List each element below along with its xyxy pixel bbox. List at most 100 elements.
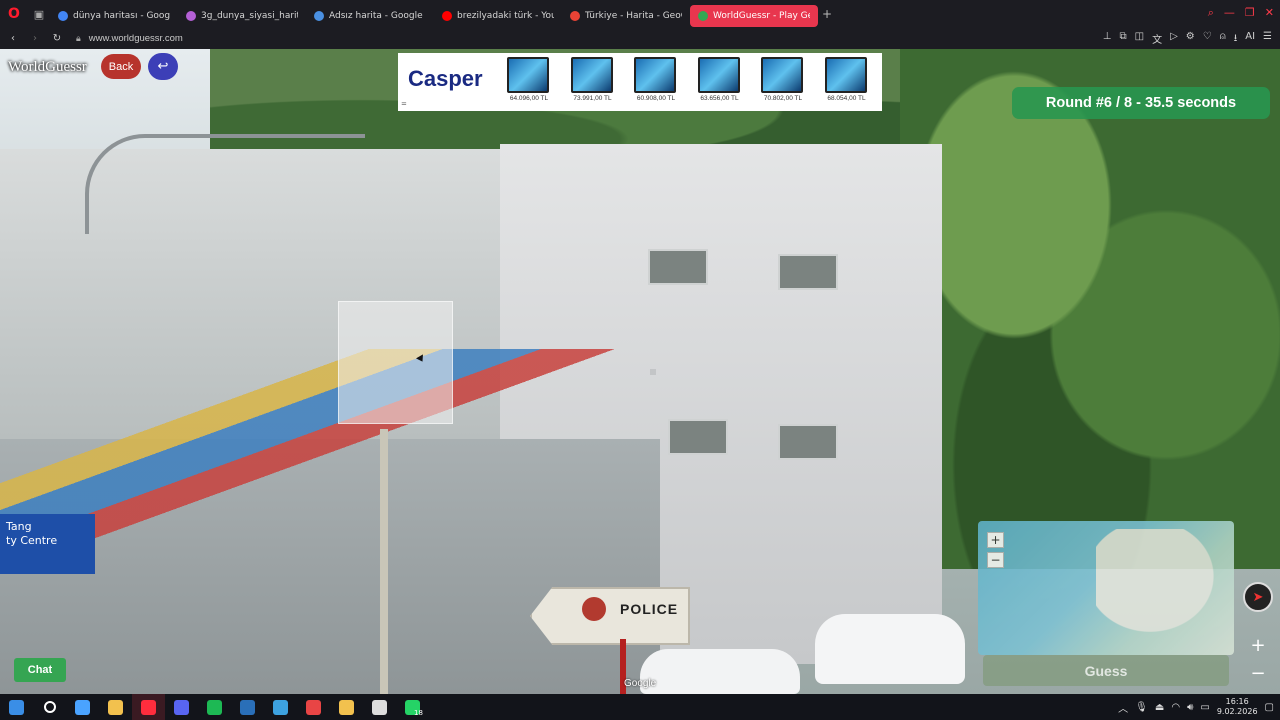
steam-icon[interactable] — [231, 694, 264, 720]
chevron-up-icon[interactable]: ︿ — [1118, 700, 1128, 715]
tab-label: dünya haritası - Google'da — [73, 10, 170, 21]
new-tab-button[interactable]: + — [818, 7, 836, 21]
microphone-icon[interactable]: 🎙︎ — [1135, 702, 1148, 713]
laptop-icon — [824, 57, 867, 93]
guess-button[interactable]: Guess — [983, 655, 1229, 686]
download-icon[interactable]: ⭳ — [1234, 31, 1238, 48]
minimize-button[interactable]: — — [1224, 6, 1235, 20]
ai-icon[interactable]: AI — [1245, 31, 1255, 48]
opera-menu-icon[interactable]: O — [0, 0, 28, 28]
browser-tab[interactable]: Adsız harita - Google Earth — [306, 5, 434, 27]
windows-icon[interactable] — [0, 694, 33, 720]
copilot-icon-glyph — [75, 699, 90, 715]
forward-nav-icon[interactable]: › — [26, 33, 44, 44]
back-button[interactable]: Back — [101, 54, 141, 79]
close-button[interactable]: ✕ — [1265, 6, 1274, 20]
search-icon[interactable] — [33, 694, 66, 720]
spotify-icon[interactable] — [198, 694, 231, 720]
ad-product-price: 64.096,00 TL — [509, 95, 549, 102]
ad-product[interactable]: 60.908,00 TL — [634, 57, 678, 109]
volume-icon[interactable]: 🔊︎ — [1187, 702, 1193, 713]
back-nav-icon[interactable]: ‹ — [4, 33, 22, 44]
lock-icon: 🔒︎ — [76, 33, 81, 44]
map-zoom-in-button[interactable]: + — [987, 532, 1004, 548]
guess-minimap[interactable]: + − — [978, 521, 1234, 655]
tab-favicon-icon — [442, 10, 452, 21]
whatsapp-icon[interactable] — [396, 694, 429, 720]
opera-gx-icon[interactable] — [132, 694, 165, 720]
police-sign: POLICE — [530, 587, 690, 645]
tab-favicon-icon — [186, 10, 196, 21]
laptop-icon — [507, 57, 549, 93]
zoom-out-button[interactable]: − — [1248, 664, 1268, 684]
laptop-icon — [570, 57, 613, 93]
ad-product-price: 63.656,00 TL — [700, 95, 739, 102]
browser-tab-bar: O ▣ dünya haritası - Google'da 3g_dunya_s… — [0, 0, 1280, 28]
discord-icon[interactable] — [165, 694, 198, 720]
url-field[interactable]: www.worldguessr.com — [89, 33, 183, 44]
reload-icon[interactable]: ↻ — [48, 33, 66, 44]
settings-icon[interactable] — [363, 694, 396, 720]
tab-strip: dünya haritası - Google'da 3g_dunya_siyas… — [50, 2, 818, 27]
menu-icon[interactable]: ☰ — [1263, 31, 1272, 48]
copilot-icon[interactable] — [66, 694, 99, 720]
street-lamp — [85, 134, 365, 234]
ad-product[interactable]: 73.991,00 TL — [570, 57, 615, 109]
compass-icon[interactable]: ➤ — [1243, 582, 1273, 612]
worldguessr-logo[interactable]: WorldGuessr — [8, 59, 87, 76]
adblock-icon[interactable]: ◫ — [1135, 31, 1144, 48]
tab-label: 3g_dunya_siyasi_haritasi3 — [201, 10, 298, 21]
browser-tab[interactable]: brezilyadaki türk - YouTub — [434, 5, 562, 27]
ad-brand: Casper — [408, 66, 483, 91]
heart-icon[interactable]: ♡ — [1203, 31, 1212, 48]
ad-product[interactable]: 64.096,00 TL — [507, 57, 551, 109]
recorder-icon[interactable] — [297, 694, 330, 720]
chat-button[interactable]: Chat — [14, 658, 66, 682]
ad-info-icon[interactable]: = — [401, 100, 407, 108]
app-icon-glyph — [273, 699, 288, 715]
trees-right — [900, 49, 1280, 569]
road-sign-text: Tang ty Centre — [6, 520, 58, 547]
battery-icon[interactable]: ▭ — [1200, 702, 1209, 713]
browser-tab[interactable]: WorldGuessr - Play Geogu — [690, 4, 818, 27]
return-icon: ↩ — [157, 59, 169, 74]
discord-icon-glyph — [174, 699, 189, 715]
profile-icon[interactable]: ⍝ — [1220, 31, 1226, 48]
spotify-icon-glyph — [207, 699, 222, 715]
clock[interactable]: 16:16 9.02.2026 — [1217, 697, 1258, 717]
return-to-start-button[interactable]: ↩ — [148, 53, 178, 80]
settings-icon[interactable]: ⚙︎ — [1186, 31, 1195, 48]
pin-icon[interactable]: ⊥ — [1103, 31, 1112, 48]
ad-product[interactable]: 63.656,00 TL — [697, 57, 742, 109]
browser-tab[interactable]: dünya haritası - Google'da — [50, 5, 178, 27]
usb-icon[interactable]: ⏏ — [1155, 702, 1164, 713]
ad-product-price: 73.991,00 TL — [573, 95, 612, 102]
whatsapp-badge: 18 — [414, 709, 423, 717]
ad-product[interactable]: 68.054,00 TL — [824, 57, 869, 109]
ad-product[interactable]: 70.802,00 TL — [761, 57, 805, 109]
notification-icon[interactable]: ▢ — [1265, 702, 1274, 713]
browser-tab[interactable]: 3g_dunya_siyasi_haritasi3 — [178, 5, 306, 27]
round-status: Round #6 / 8 - 35.5 seconds — [1012, 87, 1270, 119]
app-icon[interactable] — [264, 694, 297, 720]
file-explorer-icon[interactable] — [99, 694, 132, 720]
tab-overview-icon[interactable]: ▣ — [28, 0, 50, 28]
windows-icon-glyph — [9, 699, 24, 715]
tab-label: Adsız harita - Google Earth — [329, 10, 426, 21]
maximize-button[interactable]: ❐ — [1245, 6, 1255, 20]
wifi-icon[interactable]: ◠ — [1171, 702, 1180, 713]
casper-ad-banner[interactable]: Casper = 64.096,00 TL 73.991,00 TL 60.908,… — [398, 53, 882, 111]
window-controls: ⌕ — ❐ ✕ — [1208, 6, 1274, 20]
snapshot-icon[interactable]: ⧉ — [1120, 31, 1127, 48]
browser-tab[interactable]: Türkiye - Harita - GeoGue — [562, 5, 690, 27]
opera-gx-icon-glyph — [141, 699, 156, 715]
tab-label: WorldGuessr - Play Geogu — [713, 10, 810, 21]
zoom-in-button[interactable]: + — [1248, 636, 1268, 656]
laptop-icon — [634, 57, 676, 93]
window — [648, 249, 708, 285]
play-icon[interactable]: ▷ — [1170, 31, 1178, 48]
translate-icon[interactable]: 文 — [1152, 31, 1162, 48]
map-zoom-out-button[interactable]: − — [987, 552, 1004, 568]
search-tabs-icon[interactable]: ⌕ — [1208, 6, 1214, 20]
document-icon[interactable] — [330, 694, 363, 720]
